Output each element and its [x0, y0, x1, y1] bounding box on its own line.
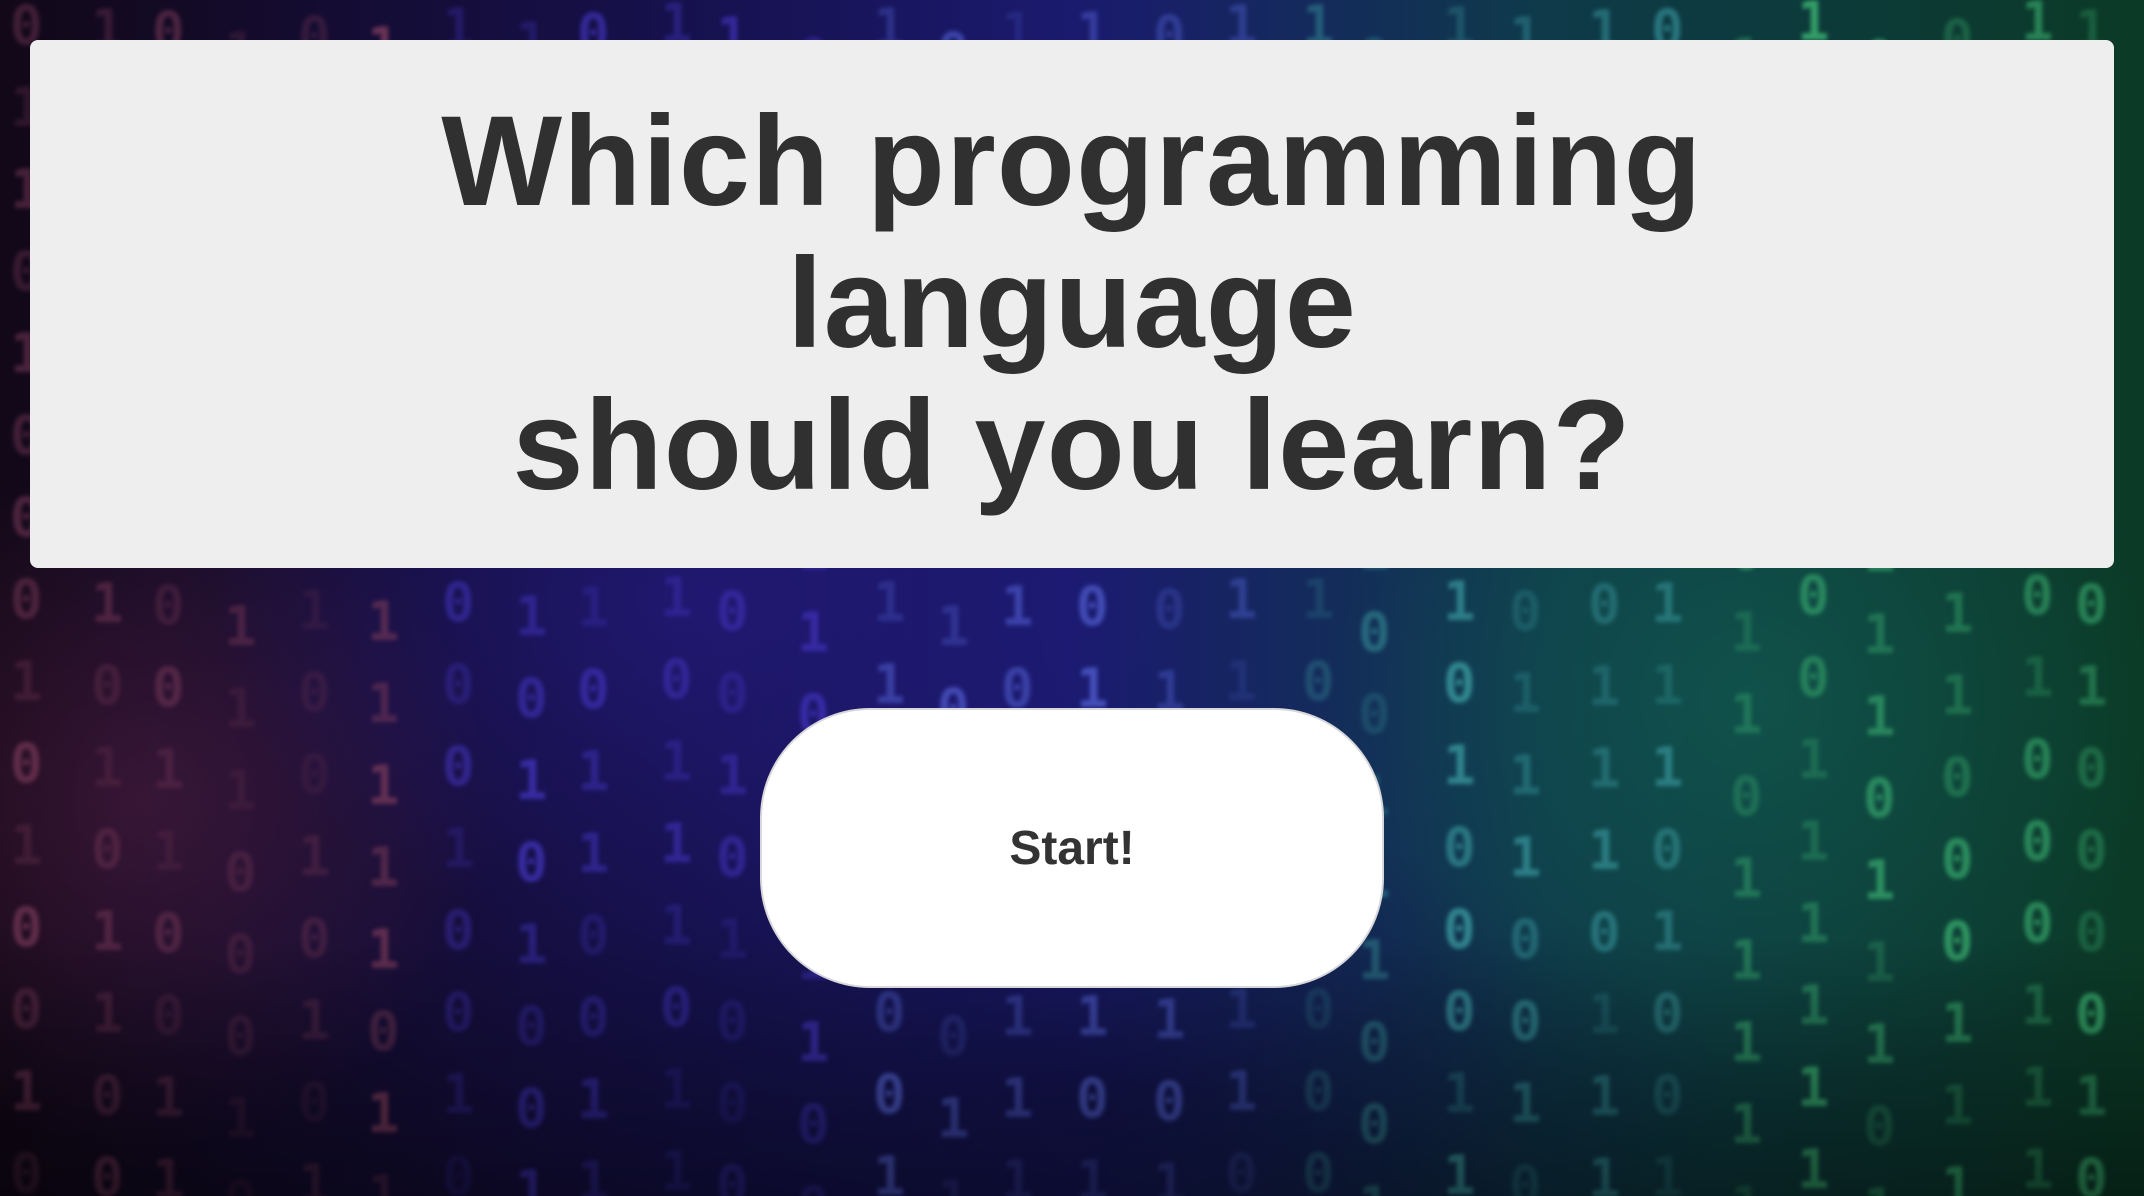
title-card: Which programming language should you le… — [30, 40, 2114, 568]
quiz-start-screen: 0110100010100101000011101011000011110001… — [0, 0, 2144, 1196]
title-line-1: Which programming language — [441, 90, 1703, 375]
page-title: Which programming language should you le… — [150, 91, 1994, 517]
title-line-2: should you learn? — [512, 374, 1632, 517]
start-button[interactable]: Start! — [760, 708, 1384, 988]
start-button-label: Start! — [1009, 821, 1135, 875]
